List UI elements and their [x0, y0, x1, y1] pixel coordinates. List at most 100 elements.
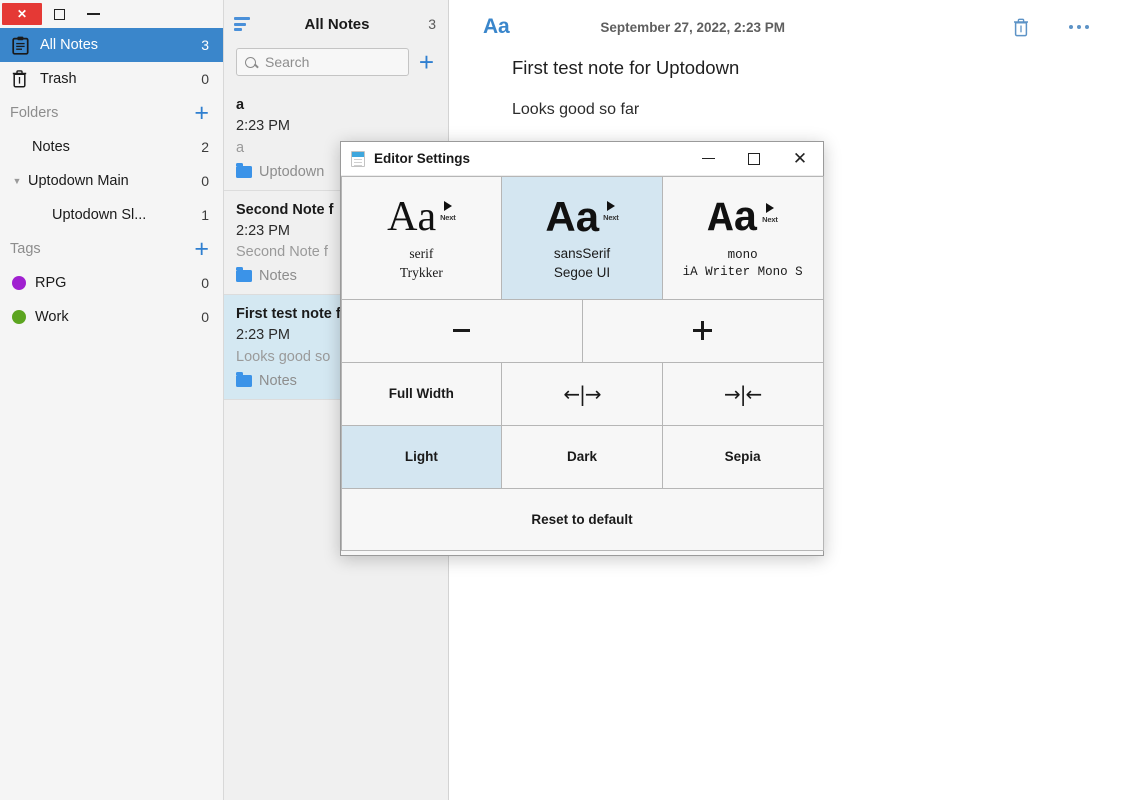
width-option-full-width[interactable]: Full Width — [340, 361, 503, 426]
font-family-row: Aa Next serif Trykker Aa Next sansSerif … — [340, 175, 824, 300]
search-input[interactable] — [263, 53, 400, 71]
minus-icon — [453, 329, 470, 332]
next-font-button[interactable]: Next — [762, 195, 778, 224]
dialog-minimize-button[interactable] — [685, 142, 731, 176]
note-folder-name: Uptodown — [259, 163, 325, 180]
font-sample-block: Aa Next — [545, 193, 618, 241]
folder-icon — [236, 162, 252, 178]
folder-label: Uptodown Main — [28, 173, 129, 189]
chevron-down-icon[interactable]: ▼ — [6, 176, 28, 186]
more-options-button[interactable] — [1054, 25, 1104, 29]
play-triangle-icon — [606, 201, 615, 212]
window-close-button[interactable]: ✕ — [2, 3, 42, 25]
collapse-arrows-icon: →|← — [724, 381, 762, 406]
font-name-label: Segoe UI — [553, 264, 611, 280]
reset-to-default-button[interactable]: Reset to default — [340, 487, 824, 551]
note-body-text[interactable]: Looks good so far — [449, 80, 1134, 122]
folder-count: 0 — [201, 173, 209, 189]
dialog-maximize-button[interactable] — [731, 142, 777, 176]
font-option-sans-serif[interactable]: Aa Next sansSerif Segoe UI — [501, 175, 663, 300]
sidebar-item-count: 3 — [201, 37, 209, 53]
tags-label: Tags — [10, 241, 41, 257]
font-sample-text: Aa — [387, 194, 437, 241]
window-maximize-button[interactable] — [42, 2, 76, 26]
play-triangle-icon — [765, 202, 774, 213]
reset-row: Reset to default — [340, 487, 824, 551]
sidebar-item-label: Trash — [40, 71, 77, 87]
font-name-label: Trykker — [399, 264, 443, 280]
tag-item-work[interactable]: Work 0 — [0, 300, 223, 334]
font-option-serif[interactable]: Aa Next serif Trykker — [340, 175, 503, 300]
trash-icon — [12, 70, 34, 88]
width-option-wider[interactable]: ←|→ — [501, 361, 663, 426]
notepad-icon — [12, 36, 34, 55]
ellipsis-dot — [1069, 25, 1073, 29]
next-label: Next — [762, 214, 778, 224]
font-size-row — [340, 298, 824, 363]
next-label: Next — [603, 213, 619, 223]
note-folder-name: Notes — [259, 268, 297, 285]
increase-font-size-button[interactable] — [581, 298, 824, 363]
font-sample-block: Aa Next — [708, 195, 778, 243]
dash-icon — [86, 13, 100, 15]
next-font-button[interactable]: Next — [603, 193, 619, 223]
tag-label: Work — [35, 309, 69, 325]
theme-label: Light — [404, 449, 438, 464]
font-sample-block: Aa Next — [387, 193, 456, 241]
editor-settings-dialog: Editor Settings ✕ Aa Next serif Trykker … — [340, 141, 824, 556]
folder-icon — [236, 371, 252, 387]
delete-note-button[interactable] — [1006, 18, 1036, 37]
add-folder-button[interactable]: + — [194, 101, 211, 126]
theme-label: Dark — [566, 449, 598, 464]
tag-color-dot — [12, 310, 26, 324]
ellipsis-dot — [1077, 25, 1081, 29]
font-name-label: iA Writer Mono S — [682, 264, 803, 279]
folder-item-notes[interactable]: Notes 2 — [0, 130, 223, 164]
width-option-narrower[interactable]: →|← — [661, 361, 824, 426]
play-triangle-icon — [443, 201, 452, 212]
next-font-button[interactable]: Next — [440, 193, 456, 222]
window-controls: ✕ — [0, 0, 223, 28]
dialog-close-button[interactable]: ✕ — [777, 142, 823, 176]
search-box[interactable] — [236, 48, 409, 76]
decrease-font-size-button[interactable] — [340, 298, 583, 363]
note-list-count: 3 — [428, 16, 436, 32]
theme-label: Sepia — [724, 449, 761, 464]
font-option-mono[interactable]: Aa Next mono iA Writer Mono S — [661, 175, 824, 300]
sidebar-item-all-notes[interactable]: All Notes 3 — [0, 28, 223, 62]
folder-item-uptodown-sub[interactable]: Uptodown Sl... 1 — [0, 198, 223, 232]
tags-section-header: Tags + — [0, 232, 223, 266]
search-icon — [245, 56, 256, 68]
tag-item-rpg[interactable]: RPG 0 — [0, 266, 223, 300]
theme-option-light[interactable]: Light — [340, 424, 503, 489]
window-minimize-button[interactable] — [76, 2, 110, 26]
theme-option-dark[interactable]: Dark — [501, 424, 663, 489]
reset-label: Reset to default — [531, 511, 633, 527]
note-date: September 27, 2022, 2:23 PM — [600, 19, 786, 35]
dialog-titlebar: Editor Settings ✕ — [341, 142, 823, 176]
note-list-header: All Notes 3 — [224, 0, 448, 40]
folder-count: 2 — [201, 139, 209, 155]
maximize-icon — [748, 152, 760, 165]
dialog-body: Aa Next serif Trykker Aa Next sansSerif … — [340, 175, 824, 555]
close-icon: ✕ — [792, 149, 808, 168]
font-sample-text: Aa — [545, 193, 600, 241]
minimize-icon — [701, 157, 715, 160]
editor-settings-button[interactable]: Aa — [483, 15, 510, 39]
sidebar-item-trash[interactable]: Trash 0 — [0, 62, 223, 96]
folder-label: Notes — [32, 139, 70, 155]
theme-option-sepia[interactable]: Sepia — [661, 424, 824, 489]
font-key-label: mono — [727, 247, 758, 262]
add-tag-button[interactable]: + — [194, 237, 211, 262]
new-note-button[interactable]: + — [419, 49, 438, 75]
note-title-heading[interactable]: First test note for Uptodown — [449, 40, 1134, 80]
dialog-title: Editor Settings — [374, 151, 471, 166]
sort-icon[interactable] — [234, 17, 256, 31]
theme-row: Light Dark Sepia — [340, 424, 824, 489]
expand-arrows-icon: ←|→ — [563, 381, 601, 406]
tag-label: RPG — [35, 275, 67, 291]
line-width-row: Full Width ←|→ →|← — [340, 361, 824, 426]
folders-section-header: Folders + — [0, 96, 223, 130]
note-list-title: All Notes — [304, 15, 370, 33]
folder-item-uptodown-main[interactable]: ▼ Uptodown Main 0 — [0, 164, 223, 198]
